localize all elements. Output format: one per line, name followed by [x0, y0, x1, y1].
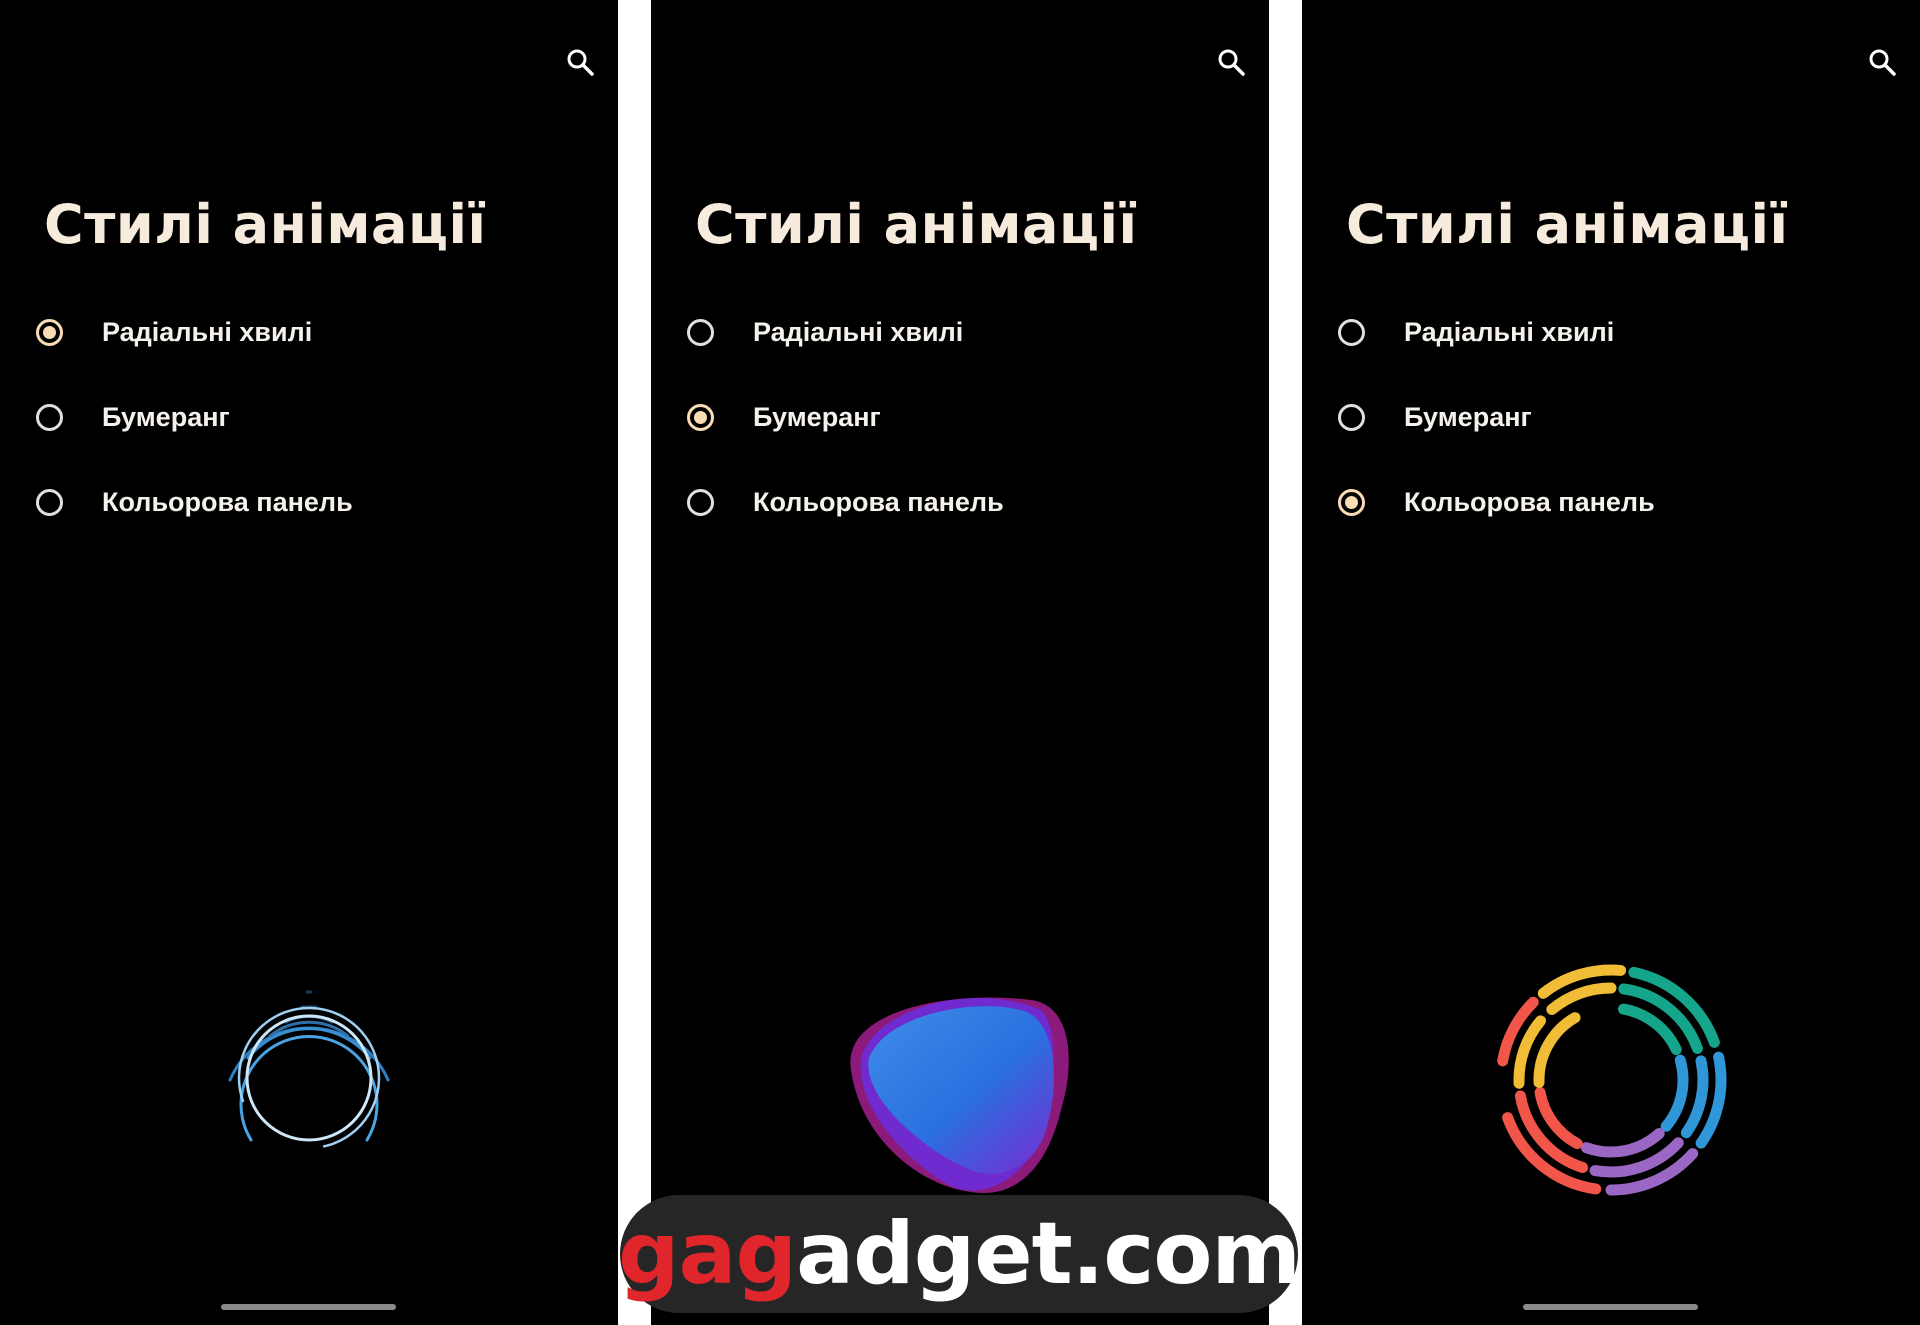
option-label: Кольорова панель	[102, 487, 353, 517]
color-ring-segment	[1680, 1055, 1709, 1139]
radio-button[interactable]	[687, 404, 714, 431]
color-ring-segment	[1580, 1128, 1665, 1158]
phone-screen-boomerang: Стилі анімації Радіальні хвилі Бумеранг …	[651, 0, 1269, 1325]
option-label: Радіальні хвилі	[753, 317, 964, 347]
color-ring-segment	[1546, 982, 1617, 1016]
search-icon	[567, 49, 594, 76]
radio-button[interactable]	[36, 404, 63, 431]
option-radial-waves[interactable]: Радіальні хвилі	[1302, 300, 1920, 385]
radio-button[interactable]	[1338, 319, 1365, 346]
watermark-text: adget.com	[796, 1204, 1301, 1304]
color-ring-segment	[1534, 1087, 1583, 1150]
option-label: Радіальні хвилі	[1404, 317, 1615, 347]
animation-style-options: Радіальні хвилі Бумеранг Кольорова панел…	[651, 300, 1269, 555]
page-title: Стилі анімації	[695, 193, 1138, 256]
option-label: Бумеранг	[753, 402, 881, 432]
phone-screen-color-bar: Стилі анімації Радіальні хвилі Бумеранг …	[1302, 0, 1920, 1325]
search-button[interactable]	[560, 42, 600, 82]
option-radial-waves[interactable]: Радіальні хвилі	[651, 300, 1269, 385]
search-icon	[1218, 49, 1245, 76]
radio-button[interactable]	[1338, 404, 1365, 431]
option-label: Бумеранг	[1404, 402, 1532, 432]
radio-button[interactable]	[1338, 489, 1365, 516]
animation-style-options: Радіальні хвилі Бумеранг Кольорова панел…	[0, 300, 618, 555]
watermark-text: ga	[617, 1204, 737, 1304]
radio-button[interactable]	[36, 319, 63, 346]
radio-button[interactable]	[36, 489, 63, 516]
search-icon	[1869, 49, 1896, 76]
page-title: Стилі анімації	[1346, 193, 1789, 256]
option-boomerang[interactable]: Бумеранг	[651, 385, 1269, 470]
page-title: Стилі анімації	[44, 193, 487, 256]
home-indicator[interactable]	[221, 1304, 396, 1310]
option-color-bar[interactable]: Кольорова панель	[0, 470, 618, 555]
animation-style-options: Радіальні хвилі Бумеранг Кольорова панел…	[1302, 300, 1920, 555]
option-color-bar[interactable]: Кольорова панель	[651, 470, 1269, 555]
watermark-text: g	[735, 1204, 798, 1304]
option-label: Кольорова панель	[1404, 487, 1655, 517]
home-indicator[interactable]	[1523, 1304, 1698, 1310]
search-button[interactable]	[1211, 42, 1251, 82]
option-radial-waves[interactable]: Радіальні хвилі	[0, 300, 618, 385]
option-label: Кольорова панель	[753, 487, 1004, 517]
option-boomerang[interactable]: Бумеранг	[1302, 385, 1920, 470]
color-bar-animation-icon	[1497, 964, 1727, 1196]
option-color-bar[interactable]: Кольорова панель	[1302, 470, 1920, 555]
radial-waves-animation-icon	[228, 990, 390, 1150]
option-boomerang[interactable]: Бумеранг	[0, 385, 618, 470]
color-ring-segment	[1660, 1054, 1689, 1132]
option-label: Бумеранг	[102, 402, 230, 432]
radio-button[interactable]	[687, 319, 714, 346]
option-label: Радіальні хвилі	[102, 317, 313, 347]
search-button[interactable]	[1862, 42, 1902, 82]
color-ring-segment	[1533, 1012, 1581, 1089]
phone-screen-radial-waves: Стилі анімації Радіальні хвилі Бумеранг …	[0, 0, 618, 1325]
radio-button[interactable]	[687, 489, 714, 516]
watermark-logo: ga g adget.com	[617, 1195, 1301, 1313]
